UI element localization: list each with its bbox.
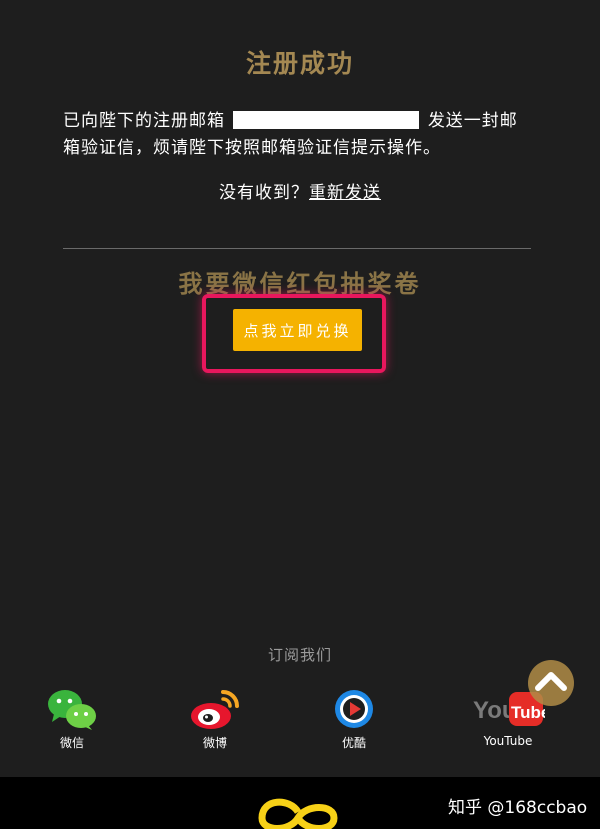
- divider: [63, 248, 531, 249]
- wechat-icon: [48, 690, 96, 730]
- scroll-to-top-button[interactable]: [528, 660, 574, 706]
- redeem-button[interactable]: 点我立即兑换: [233, 309, 362, 351]
- resend-link[interactable]: 重新发送: [309, 183, 381, 203]
- social-label-weibo: 微博: [202, 736, 227, 750]
- message-line-1: 已向陛下的注册邮箱 发送一封邮: [63, 106, 518, 131]
- social-youku[interactable]: 优酷: [314, 686, 394, 751]
- message-suffix: 发送一封邮: [427, 111, 518, 131]
- subscribe-label: 订阅我们: [267, 646, 332, 664]
- resend-prompt: 没有收到？: [219, 183, 309, 203]
- social-label-wechat: 微信: [59, 736, 84, 750]
- brand-logo-icon: [258, 798, 338, 829]
- youku-icon: [335, 690, 373, 728]
- social-label-youtube: YouTube: [483, 734, 533, 748]
- social-label-youku: 优酷: [341, 736, 366, 750]
- page-title: 注册成功: [245, 49, 354, 78]
- redacted-email: [233, 111, 420, 129]
- watermark: 知乎 @168ccbao: [448, 798, 588, 818]
- resend-row: 没有收到？重新发送: [0, 178, 600, 203]
- social-weibo[interactable]: 微博: [175, 686, 255, 751]
- weibo-icon: [191, 690, 239, 729]
- message-prefix: 已向陛下的注册邮箱: [63, 111, 225, 131]
- social-wechat[interactable]: 微信: [32, 686, 112, 751]
- chevron-up-icon: [535, 672, 567, 691]
- message-line-2: 箱验证信，烦请陛下按照邮箱验证信提示操作。: [63, 138, 441, 158]
